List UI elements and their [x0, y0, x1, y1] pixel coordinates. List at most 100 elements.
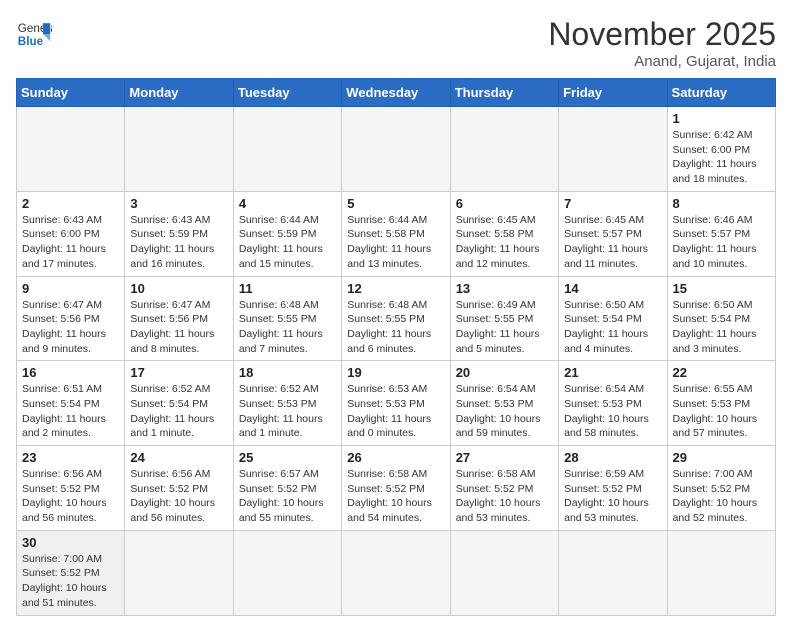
day-info: Sunrise: 6:56 AM Sunset: 5:52 PM Dayligh…: [22, 467, 119, 526]
day-number: 24: [130, 450, 227, 465]
day-info: Sunrise: 6:52 AM Sunset: 5:53 PM Dayligh…: [239, 382, 336, 441]
calendar-cell: 1 Sunrise: 6:42 AM Sunset: 6:00 PM Daylig…: [667, 107, 775, 192]
day-info: Sunrise: 6:54 AM Sunset: 5:53 PM Dayligh…: [456, 382, 553, 441]
svg-text:Blue: Blue: [18, 35, 44, 48]
day-info: Sunrise: 6:53 AM Sunset: 5:53 PM Dayligh…: [347, 382, 444, 441]
day-number: 28: [564, 450, 661, 465]
calendar-table: SundayMondayTuesdayWednesdayThursdayFrid…: [16, 78, 776, 616]
day-info: Sunrise: 6:45 AM Sunset: 5:58 PM Dayligh…: [456, 213, 553, 272]
day-info: Sunrise: 6:55 AM Sunset: 5:53 PM Dayligh…: [673, 382, 770, 441]
weekday-header-tuesday: Tuesday: [233, 79, 341, 107]
day-number: 8: [673, 196, 770, 211]
day-info: Sunrise: 6:47 AM Sunset: 5:56 PM Dayligh…: [22, 298, 119, 357]
calendar-cell: 27 Sunrise: 6:58 AM Sunset: 5:52 PM Dayli…: [450, 446, 558, 531]
day-info: Sunrise: 6:44 AM Sunset: 5:59 PM Dayligh…: [239, 213, 336, 272]
day-number: 12: [347, 281, 444, 296]
day-number: 21: [564, 365, 661, 380]
day-info: Sunrise: 6:50 AM Sunset: 5:54 PM Dayligh…: [564, 298, 661, 357]
title-block: November 2025 Anand, Gujarat, India: [548, 16, 776, 70]
calendar-cell: 8Sunrise: 6:46 AM Sunset: 5:57 PM Daylig…: [667, 191, 775, 276]
day-number: 15: [673, 281, 770, 296]
calendar-cell: [559, 107, 667, 192]
calendar-cell: 12 Sunrise: 6:48 AM Sunset: 5:55 PM Dayli…: [342, 276, 450, 361]
weekday-header-wednesday: Wednesday: [342, 79, 450, 107]
day-number: 10: [130, 281, 227, 296]
calendar-cell-empty: [342, 530, 450, 615]
calendar-cell: 11 Sunrise: 6:48 AM Sunset: 5:55 PM Dayli…: [233, 276, 341, 361]
calendar-cell: 19Sunrise: 6:53 AM Sunset: 5:53 PM Dayli…: [342, 361, 450, 446]
day-number: 17: [130, 365, 227, 380]
weekday-header-thursday: Thursday: [450, 79, 558, 107]
day-info: Sunrise: 6:52 AM Sunset: 5:54 PM Dayligh…: [130, 382, 227, 441]
day-info: Sunrise: 6:50 AM Sunset: 5:54 PM Dayligh…: [673, 298, 770, 357]
calendar-row-3: 9 Sunrise: 6:47 AM Sunset: 5:56 PM Daylig…: [17, 276, 776, 361]
calendar-row-1: 1 Sunrise: 6:42 AM Sunset: 6:00 PM Daylig…: [17, 107, 776, 192]
calendar-cell: 2 Sunrise: 6:43 AM Sunset: 6:00 PM Daylig…: [17, 191, 125, 276]
calendar-row-6: 30 Sunrise: 7:00 AM Sunset: 5:52 PM Dayli…: [17, 530, 776, 615]
day-number: 3: [130, 196, 227, 211]
day-number: 18: [239, 365, 336, 380]
calendar-row-5: 23 Sunrise: 6:56 AM Sunset: 5:52 PM Dayli…: [17, 446, 776, 531]
day-number: 16: [22, 365, 119, 380]
calendar-row-4: 16 Sunrise: 6:51 AM Sunset: 5:54 PM Dayli…: [17, 361, 776, 446]
day-info: Sunrise: 6:51 AM Sunset: 5:54 PM Dayligh…: [22, 382, 119, 441]
calendar-cell-empty: [559, 530, 667, 615]
day-info: Sunrise: 6:57 AM Sunset: 5:52 PM Dayligh…: [239, 467, 336, 526]
calendar-cell: [17, 107, 125, 192]
day-info: Sunrise: 7:00 AM Sunset: 5:52 PM Dayligh…: [22, 552, 119, 611]
calendar-cell: 4Sunrise: 6:44 AM Sunset: 5:59 PM Daylig…: [233, 191, 341, 276]
day-info: Sunrise: 6:48 AM Sunset: 5:55 PM Dayligh…: [347, 298, 444, 357]
day-number: 30: [22, 535, 119, 550]
location-subtitle: Anand, Gujarat, India: [548, 53, 776, 70]
calendar-cell: 5Sunrise: 6:44 AM Sunset: 5:58 PM Daylig…: [342, 191, 450, 276]
day-number: 1: [673, 111, 770, 126]
calendar-cell: [125, 107, 233, 192]
calendar-cell: [342, 107, 450, 192]
calendar-cell: 23 Sunrise: 6:56 AM Sunset: 5:52 PM Dayli…: [17, 446, 125, 531]
calendar-cell: 28Sunrise: 6:59 AM Sunset: 5:52 PM Dayli…: [559, 446, 667, 531]
day-info: Sunrise: 6:45 AM Sunset: 5:57 PM Dayligh…: [564, 213, 661, 272]
day-info: Sunrise: 6:58 AM Sunset: 5:52 PM Dayligh…: [456, 467, 553, 526]
day-number: 25: [239, 450, 336, 465]
calendar-cell: 15 Sunrise: 6:50 AM Sunset: 5:54 PM Dayli…: [667, 276, 775, 361]
day-info: Sunrise: 6:47 AM Sunset: 5:56 PM Dayligh…: [130, 298, 227, 357]
day-info: Sunrise: 6:54 AM Sunset: 5:53 PM Dayligh…: [564, 382, 661, 441]
calendar-cell: 26Sunrise: 6:58 AM Sunset: 5:52 PM Dayli…: [342, 446, 450, 531]
day-number: 27: [456, 450, 553, 465]
day-number: 22: [673, 365, 770, 380]
day-info: Sunrise: 6:48 AM Sunset: 5:55 PM Dayligh…: [239, 298, 336, 357]
calendar-cell: 16 Sunrise: 6:51 AM Sunset: 5:54 PM Dayli…: [17, 361, 125, 446]
day-number: 29: [673, 450, 770, 465]
day-number: 11: [239, 281, 336, 296]
day-info: Sunrise: 6:43 AM Sunset: 6:00 PM Dayligh…: [22, 213, 119, 272]
weekday-header-monday: Monday: [125, 79, 233, 107]
calendar-cell-empty: [233, 530, 341, 615]
calendar-row-2: 2 Sunrise: 6:43 AM Sunset: 6:00 PM Daylig…: [17, 191, 776, 276]
calendar-cell: 3Sunrise: 6:43 AM Sunset: 5:59 PM Daylig…: [125, 191, 233, 276]
day-number: 13: [456, 281, 553, 296]
day-number: 9: [22, 281, 119, 296]
day-info: Sunrise: 6:42 AM Sunset: 6:00 PM Dayligh…: [673, 128, 770, 187]
calendar-cell: 29 Sunrise: 7:00 AM Sunset: 5:52 PM Dayli…: [667, 446, 775, 531]
calendar-cell-empty: [450, 530, 558, 615]
calendar-header-row: SundayMondayTuesdayWednesdayThursdayFrid…: [17, 79, 776, 107]
calendar-cell: [233, 107, 341, 192]
day-number: 2: [22, 196, 119, 211]
calendar-cell: 14 Sunrise: 6:50 AM Sunset: 5:54 PM Dayli…: [559, 276, 667, 361]
calendar-cell: 22 Sunrise: 6:55 AM Sunset: 5:53 PM Dayli…: [667, 361, 775, 446]
calendar-cell: [450, 107, 558, 192]
day-number: 23: [22, 450, 119, 465]
day-info: Sunrise: 7:00 AM Sunset: 5:52 PM Dayligh…: [673, 467, 770, 526]
day-number: 26: [347, 450, 444, 465]
calendar-cell: 13Sunrise: 6:49 AM Sunset: 5:55 PM Dayli…: [450, 276, 558, 361]
day-number: 20: [456, 365, 553, 380]
day-number: 14: [564, 281, 661, 296]
logo-icon: General Blue: [16, 16, 52, 52]
weekday-header-saturday: Saturday: [667, 79, 775, 107]
day-number: 6: [456, 196, 553, 211]
month-title: November 2025: [548, 16, 776, 53]
calendar-cell: 7Sunrise: 6:45 AM Sunset: 5:57 PM Daylig…: [559, 191, 667, 276]
calendar-cell: 18 Sunrise: 6:52 AM Sunset: 5:53 PM Dayli…: [233, 361, 341, 446]
day-info: Sunrise: 6:44 AM Sunset: 5:58 PM Dayligh…: [347, 213, 444, 272]
weekday-header-sunday: Sunday: [17, 79, 125, 107]
